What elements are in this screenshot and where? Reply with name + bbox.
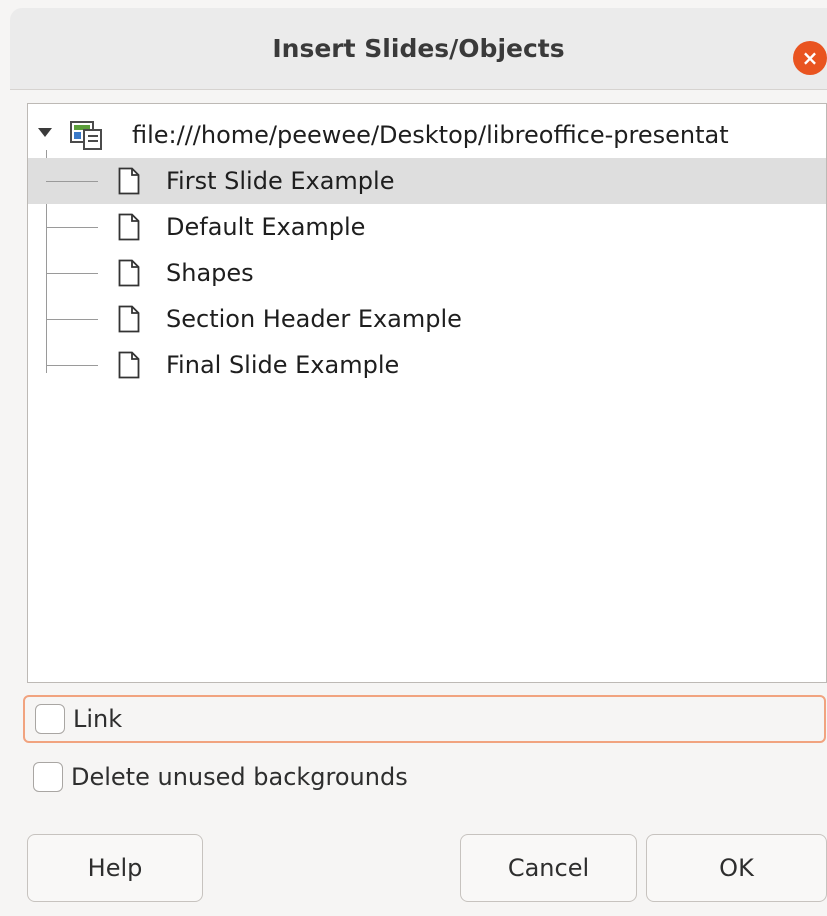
title-bar: Insert Slides/Objects × xyxy=(10,8,827,90)
page-icon xyxy=(118,305,140,333)
insert-slides-dialog: Insert Slides/Objects × file:///home/pee… xyxy=(0,0,827,916)
dialog-title: Insert Slides/Objects xyxy=(272,34,565,63)
tree-connector xyxy=(46,227,98,228)
close-button[interactable]: × xyxy=(793,41,827,75)
tree-item-label: First Slide Example xyxy=(166,167,395,195)
tree-item[interactable]: Default Example xyxy=(28,204,826,250)
page-icon xyxy=(118,259,140,287)
delete-backgrounds-option[interactable]: Delete unused backgrounds xyxy=(33,757,408,797)
cancel-button[interactable]: Cancel xyxy=(460,834,637,902)
tree-item[interactable]: Final Slide Example xyxy=(28,342,826,388)
tree-item[interactable]: First Slide Example xyxy=(28,158,826,204)
delete-backgrounds-checkbox[interactable] xyxy=(33,762,63,792)
slides-tree[interactable]: file:///home/peewee/Desktop/libreoffice-… xyxy=(27,103,827,683)
tree-connector xyxy=(46,319,98,320)
tree-connector xyxy=(46,365,98,366)
chevron-down-icon[interactable] xyxy=(38,128,52,137)
delete-backgrounds-label: Delete unused backgrounds xyxy=(71,763,408,791)
tree-root-row[interactable]: file:///home/peewee/Desktop/libreoffice-… xyxy=(28,112,826,158)
link-option[interactable]: Link xyxy=(23,695,826,743)
tree-connector xyxy=(46,181,98,182)
tree-item[interactable]: Shapes xyxy=(28,250,826,296)
link-label: Link xyxy=(73,705,123,733)
tree-item[interactable]: Section Header Example xyxy=(28,296,826,342)
link-checkbox[interactable] xyxy=(35,704,65,734)
page-icon xyxy=(118,167,140,195)
tree-item-label: Shapes xyxy=(166,259,254,287)
tree-root-label: file:///home/peewee/Desktop/libreoffice-… xyxy=(132,121,729,149)
tree-item-label: Final Slide Example xyxy=(166,351,400,379)
help-button[interactable]: Help xyxy=(27,834,203,902)
close-icon: × xyxy=(801,46,819,70)
tree-item-label: Default Example xyxy=(166,213,366,241)
presentation-icon xyxy=(70,121,102,150)
page-icon xyxy=(118,213,140,241)
tree-item-label: Section Header Example xyxy=(166,305,462,333)
tree-connector xyxy=(46,273,98,274)
ok-button[interactable]: OK xyxy=(646,834,827,902)
page-icon xyxy=(118,351,140,379)
